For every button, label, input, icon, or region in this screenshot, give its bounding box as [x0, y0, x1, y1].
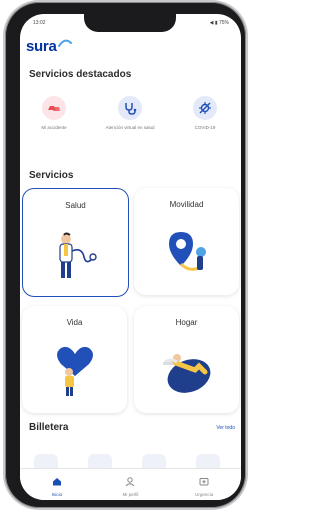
services-title: Servicios	[29, 170, 74, 181]
heart-person-illustration	[56, 346, 93, 396]
bottom-nav: Inicio Mi perfil Urgencia	[20, 468, 241, 500]
nav-label: Urgencia	[195, 492, 214, 497]
featured-item-virtual-health[interactable]: Atención virtual en salud	[100, 96, 160, 131]
service-card-hogar[interactable]: Hogar	[134, 306, 239, 413]
service-card-movilidad[interactable]: Movilidad	[134, 188, 239, 295]
service-card-title: Salud	[65, 201, 86, 210]
home-icon	[52, 478, 61, 486]
nav-label: Inicio	[51, 492, 63, 497]
phone-notch	[84, 14, 176, 32]
service-card-title: Movilidad	[169, 200, 204, 209]
featured-item-accident[interactable]: Mi accidente	[24, 96, 84, 131]
wallet-see-all-link[interactable]: Ver todo	[216, 425, 235, 431]
nav-item-emergency[interactable]: Urgencia	[174, 473, 234, 497]
featured-label: COVID-19	[194, 125, 216, 130]
status-indicators: ◀ ▮ 75%	[209, 20, 229, 26]
swoosh-icon	[57, 39, 72, 47]
wallet-title: Billetera	[29, 422, 69, 433]
featured-label: Mi accidente	[41, 125, 67, 130]
nav-item-profile[interactable]: Mi perfil	[100, 473, 160, 497]
phone-frame: 13:02 ◀ ▮ 75% sura Servicios destacados …	[5, 2, 246, 508]
service-card-salud[interactable]: Salud	[22, 188, 129, 297]
featured-title: Servicios destacados	[29, 69, 132, 80]
home-relax-illustration	[162, 354, 210, 393]
emergency-icon	[199, 478, 209, 486]
featured-label: Atención virtual en salud	[105, 125, 155, 130]
doctor-illustration	[58, 232, 97, 278]
nav-item-home[interactable]: Inicio	[27, 473, 87, 497]
service-card-title: Vida	[66, 318, 83, 327]
car-crash-icon	[42, 96, 66, 120]
location-pin-illustration	[168, 232, 206, 271]
stethoscope-icon	[118, 96, 142, 120]
nav-label: Mi perfil	[122, 492, 139, 497]
profile-icon	[126, 477, 135, 487]
brand-name: sura	[26, 37, 57, 55]
virus-icon	[193, 96, 217, 120]
app-screen: 13:02 ◀ ▮ 75% sura Servicios destacados …	[20, 14, 241, 500]
service-card-vida[interactable]: Vida	[22, 306, 127, 413]
featured-item-covid[interactable]: COVID-19	[175, 96, 235, 131]
service-card-title: Hogar	[175, 318, 198, 327]
status-time: 13:02	[33, 20, 46, 26]
brand-logo[interactable]: sura	[26, 37, 72, 55]
